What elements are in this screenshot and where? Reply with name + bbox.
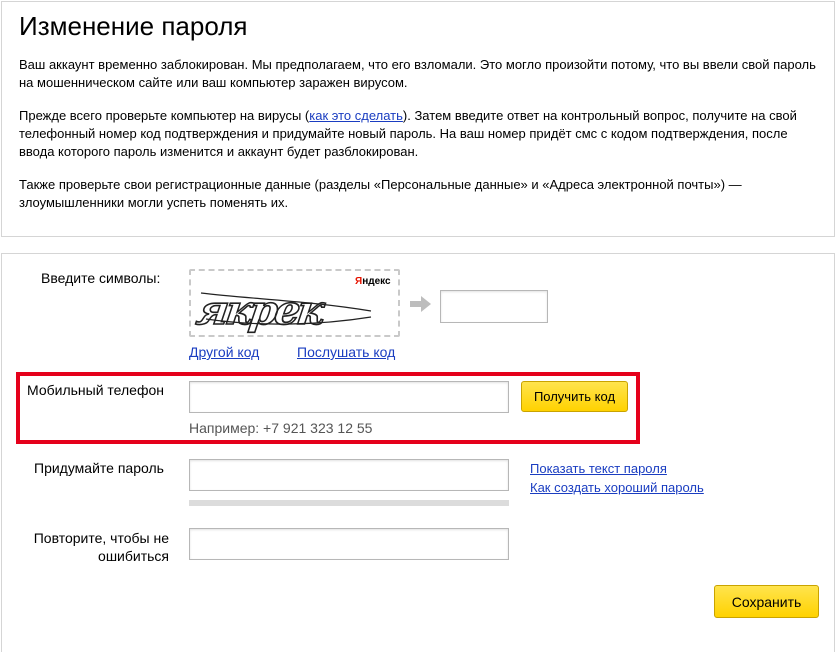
page-title: Изменение пароля [19, 11, 248, 41]
arrow-right-icon [410, 296, 431, 312]
yandex-logo: Яндекс [355, 276, 391, 287]
captcha-label: Введите символы: [41, 270, 161, 286]
other-code-link[interactable]: Другой код [189, 344, 259, 360]
captcha-input[interactable] [440, 290, 548, 323]
show-password-link[interactable]: Показать текст пароля [530, 461, 667, 476]
get-code-button[interactable]: Получить код [521, 381, 628, 412]
password-strength-bar [189, 500, 509, 506]
password-input[interactable] [189, 459, 509, 491]
phone-input[interactable] [189, 381, 509, 413]
repeat-label-line1: Повторите, чтобы не [33, 530, 169, 546]
phone-hint: Например: +7 921 323 12 55 [189, 420, 373, 436]
intro-paragraph-2: Прежде всего проверьте компьютер на виру… [19, 107, 819, 161]
intro-paragraph-1: Ваш аккаунт временно заблокирован. Мы пр… [19, 57, 816, 90]
intro-p2-start: Прежде всего проверьте компьютер на виру… [19, 108, 310, 123]
intro-paragraph-3: Также проверьте свои регистрационные дан… [19, 177, 742, 210]
repeat-password-label: Повторите, чтобы не ошибиться [26, 529, 169, 565]
repeat-password-input[interactable] [189, 528, 509, 560]
repeat-label-line2: ошибиться [98, 548, 169, 564]
phone-label: Мобильный телефон [27, 382, 164, 398]
password-label: Придумайте пароль [34, 460, 164, 476]
how-to-create-password-link[interactable]: Как создать хороший пароль [530, 480, 704, 495]
save-button[interactable]: Сохранить [714, 585, 819, 618]
listen-code-link[interactable]: Послушать код [297, 344, 395, 360]
virus-check-link[interactable]: как это сделать [309, 108, 403, 123]
